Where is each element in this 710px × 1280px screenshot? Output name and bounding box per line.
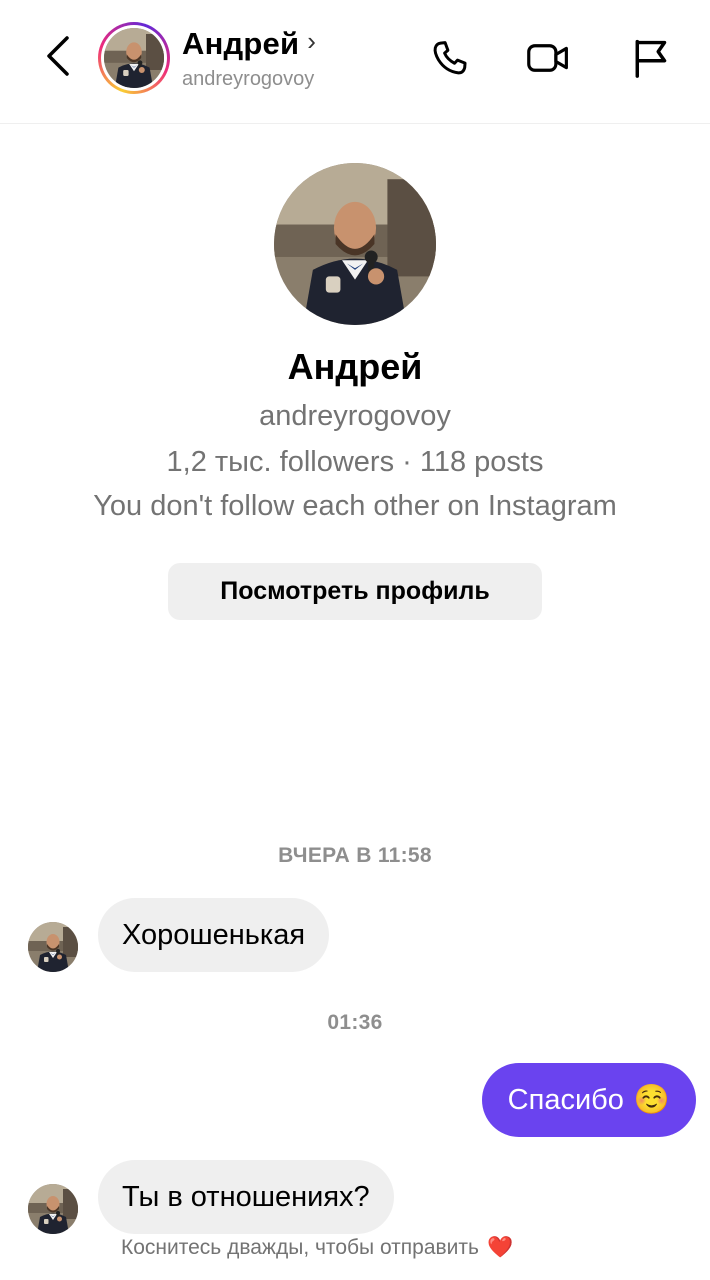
header-name: Андрей bbox=[182, 26, 300, 61]
call-button[interactable] bbox=[424, 34, 476, 86]
message-text: Спасибо bbox=[507, 1083, 624, 1116]
chevron-right-icon: › bbox=[307, 25, 316, 56]
incoming-message[interactable]: Хорошенькая bbox=[98, 898, 330, 972]
message-text: Ты в отношениях? bbox=[122, 1180, 370, 1213]
double-tap-like-hint[interactable]: Коснитесь дважды, чтобы отправить ❤️ bbox=[121, 1236, 513, 1260]
follow-status-note: You don't follow each other on Instagram bbox=[93, 490, 617, 522]
sender-avatar[interactable] bbox=[28, 1184, 78, 1234]
avatar-image bbox=[28, 1184, 78, 1234]
video-call-button[interactable] bbox=[522, 34, 574, 86]
message-timestamp: 01:36 bbox=[327, 1011, 383, 1034]
header-username: andreyrogovoy bbox=[182, 68, 315, 90]
back-arrow-icon bbox=[43, 34, 73, 83]
report-button[interactable] bbox=[624, 34, 676, 86]
header-avatar[interactable] bbox=[98, 22, 170, 94]
hint-text: Коснитесь дважды, чтобы отправить bbox=[121, 1236, 479, 1259]
video-camera-icon bbox=[525, 37, 571, 84]
flag-icon bbox=[630, 36, 670, 85]
view-profile-button[interactable]: Посмотреть профиль bbox=[168, 563, 542, 620]
incoming-message[interactable]: Ты в отношениях? bbox=[98, 1160, 394, 1234]
outgoing-message[interactable]: Спасибо ☺️ bbox=[481, 1063, 696, 1137]
sender-avatar[interactable] bbox=[28, 922, 78, 972]
avatar-image bbox=[28, 922, 78, 972]
profile-stats: 1,2 тыс. followers · 118 posts bbox=[166, 446, 544, 478]
profile-avatar[interactable] bbox=[274, 163, 436, 325]
profile-name: Андрей bbox=[287, 346, 423, 387]
message-text: Хорошенькая bbox=[122, 918, 306, 951]
message-timestamp: ВЧЕРА В 11:58 bbox=[278, 844, 432, 867]
avatar-image bbox=[104, 28, 164, 88]
heart-icon: ❤️ bbox=[486, 1236, 514, 1259]
phone-icon bbox=[429, 37, 471, 84]
header-title[interactable]: Андрей › bbox=[182, 26, 316, 62]
back-button[interactable] bbox=[34, 34, 82, 82]
chat-header: Андрей › andreyrogovoy bbox=[0, 0, 710, 124]
avatar-image bbox=[274, 163, 436, 325]
profile-username: andreyrogovoy bbox=[259, 400, 451, 432]
smiling-face-emoji: ☺️ bbox=[633, 1084, 670, 1116]
